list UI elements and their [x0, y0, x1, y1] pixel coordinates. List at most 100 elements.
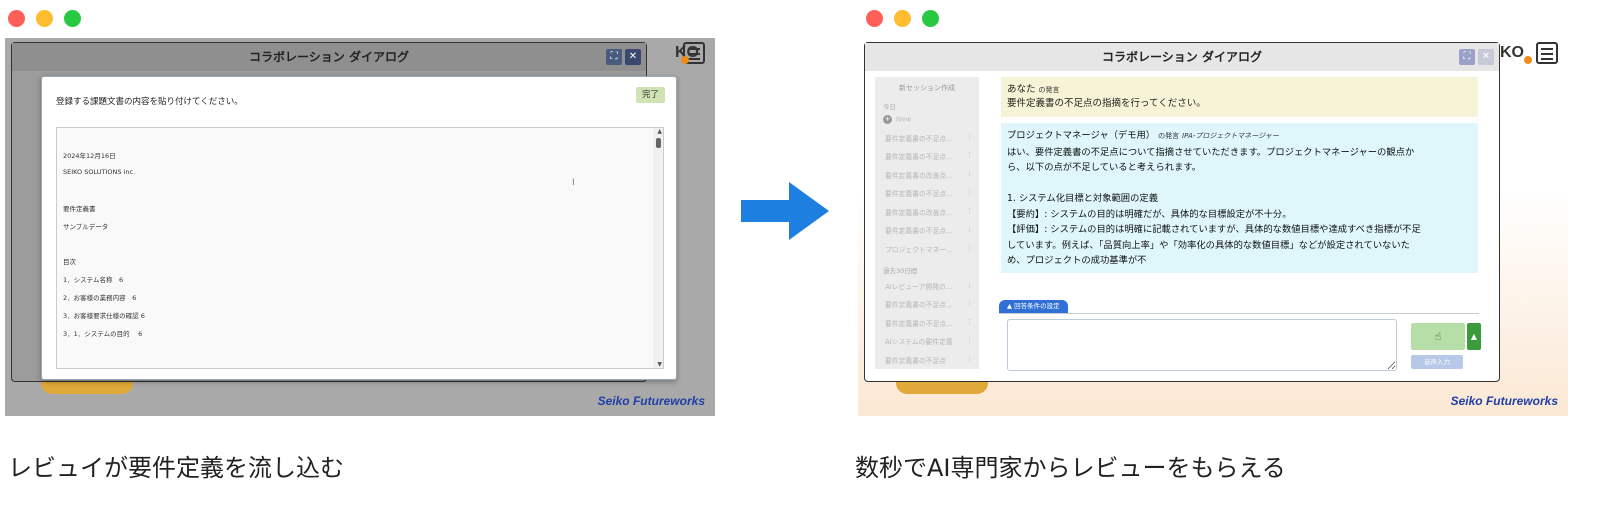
close-icon[interactable]: ✕: [625, 49, 641, 65]
kebab-icon[interactable]: ⋮: [966, 225, 973, 233]
kebab-icon[interactable]: ⋮: [966, 207, 973, 215]
expand-icon[interactable]: ⛶: [606, 49, 622, 65]
kebab-icon[interactable]: ⋮: [966, 318, 973, 326]
minimize-window-button[interactable]: [36, 10, 53, 27]
new-session-button[interactable]: 新セッション作成: [875, 81, 979, 95]
sidebar-item[interactable]: 要件定義書の不足点 ⋮: [885, 355, 973, 365]
scroll-down-icon[interactable]: ▼: [657, 361, 662, 368]
user-message: あなた の発言 要件定義書の不足点の指摘を行ってください。: [1001, 77, 1478, 117]
window-controls: [8, 10, 81, 27]
session-sidebar: 新セッション作成 今日 + New 要件定義書の不足点… ⋮ 要件定義書の不足点… ⋮…: [875, 77, 979, 369]
conditions-divider: [999, 313, 1479, 314]
left-caption: レビュイが要件定義を流し込む: [8, 454, 344, 482]
pointer-cursor-icon: ☝: [1434, 330, 1442, 343]
plus-icon: +: [883, 115, 892, 124]
transition-arrow-icon: [741, 180, 831, 242]
message-input[interactable]: [1007, 319, 1397, 371]
document-line: 1．システム名称 6: [63, 276, 124, 284]
close-icon[interactable]: ✕: [1478, 49, 1494, 65]
notification-dot-icon: [1524, 56, 1532, 64]
kebab-icon[interactable]: ⋮: [966, 244, 973, 252]
dialog-title: コラボレーション ダイアログ: [865, 43, 1499, 71]
sidebar-item[interactable]: AIシステムの要件定義 ⋮: [885, 336, 973, 346]
kebab-icon[interactable]: ⋮: [966, 299, 973, 307]
close-window-button[interactable]: [866, 10, 883, 27]
scrollbar[interactable]: ▲ ▼: [653, 128, 663, 368]
ai-message: プロジェクトマネージャ（デモ用） の発言 IPA-プロジェクトマネージャー はい…: [1001, 123, 1478, 273]
section-past-30-days: 過去30日間: [883, 267, 918, 275]
kebab-icon[interactable]: ⋮: [966, 188, 973, 196]
document-line: サンプルデータ: [63, 223, 109, 231]
ai-message-line: 【評価】: システムの目的は明確に記載されていますが、具体的な数値目標や達成すべ…: [1007, 224, 1421, 235]
new-item-label: New: [896, 115, 912, 124]
kebab-icon[interactable]: ⋮: [966, 151, 973, 159]
document-line: 2024年12月16日: [63, 152, 116, 160]
maximize-window-button[interactable]: [64, 10, 81, 27]
scroll-up-icon[interactable]: ▲: [657, 128, 662, 135]
ai-message-line: しています。例えば、「品質向上率」や「効率化の具体的な数値目標」などが設定されて…: [1007, 239, 1410, 251]
sidebar-item[interactable]: 要件定義書の不足点… ⋮: [885, 225, 973, 235]
user-role-suffix: の発言: [1038, 86, 1060, 94]
ai-message-line: め、プロジェクトの成功基準が不: [1007, 255, 1147, 266]
ai-message-line: はい、要件定義書の不足点について指摘させていただきます。プロジェクトマネージャー…: [1007, 146, 1415, 158]
ai-message-line: 【要約】: システムの目的は明確だが、具体的な目標設定が不十分。: [1007, 208, 1292, 220]
document-textarea[interactable]: 2024年12月16日 SEIKO SOLUTIONS inc. 要件定義書 サ…: [56, 127, 664, 369]
left-screenshot-panel: KO Seiko Futureworks コラボレーション ダイアログ ⛶ ✕ …: [0, 0, 760, 430]
menu-icon[interactable]: [1536, 42, 1558, 64]
kebab-icon[interactable]: ⋮: [966, 133, 973, 141]
sidebar-item[interactable]: 要件定義書の不足点… ⋮: [885, 133, 973, 143]
paste-document-modal: 登録する課題文書の内容を貼り付けてください。 完了 2024年12月16日 SE…: [41, 76, 677, 380]
ai-message-line: 1. システム化目標と対象範囲の定義: [1007, 193, 1158, 204]
user-role: あなた: [1007, 84, 1036, 95]
ai-message-line: ら、以下の点が不足していると考えられます。: [1007, 162, 1202, 173]
right-screenshot-panel: KO Seiko Futureworks コラボレーション ダイアログ ⛶ ✕ …: [858, 0, 1614, 430]
sidebar-item[interactable]: 要件定義書の不足点… ⋮: [885, 151, 973, 161]
document-line: 目次: [63, 258, 76, 266]
ai-message-line: [1007, 176, 1472, 192]
sidebar-new-item[interactable]: + New: [883, 115, 911, 124]
minimize-window-button[interactable]: [894, 10, 911, 27]
window-controls: [866, 10, 939, 27]
document-line: 2．お客様の業務内容 6: [63, 294, 137, 302]
expand-icon[interactable]: ⛶: [1459, 49, 1475, 65]
collaboration-dialog: コラボレーション ダイアログ ⛶ ✕ 新セッション作成 今日 + New 要件定義…: [864, 42, 1500, 382]
sidebar-item[interactable]: 要件定義書の不足点… ⋮: [885, 318, 973, 328]
brand-footer: Seiko Futureworks: [1450, 394, 1558, 408]
document-line: 3．1．システムの目的 6: [63, 330, 143, 338]
sidebar-item[interactable]: 要件定義書の不足点… ⋮: [885, 188, 973, 198]
scroll-thumb[interactable]: [656, 138, 661, 148]
text-cursor-icon: I: [572, 178, 575, 188]
sidebar-item[interactable]: プロジェクトマネー… ⋮: [885, 244, 973, 254]
kebab-icon[interactable]: ⋮: [966, 336, 973, 344]
done-button[interactable]: 完了: [636, 87, 665, 103]
left-app-screen: KO Seiko Futureworks コラボレーション ダイアログ ⛶ ✕ …: [5, 38, 715, 416]
right-caption: 数秒でAI専門家からレビューをもらえる: [855, 454, 1286, 482]
section-today: 今日: [883, 103, 896, 111]
send-options-chevron-icon[interactable]: ▲: [1467, 323, 1481, 350]
document-line: 要件定義書: [63, 205, 96, 213]
ai-role: プロジェクトマネージャ（デモ用）: [1007, 130, 1156, 141]
sidebar-item[interactable]: 要件定義書の改善点… ⋮: [885, 170, 973, 180]
kebab-icon[interactable]: ⋮: [966, 355, 973, 363]
kebab-icon[interactable]: ⋮: [966, 281, 973, 289]
modal-title: 登録する課題文書の内容を貼り付けてください。: [56, 97, 243, 107]
ai-role-tag: IPA-プロジェクトマネージャー: [1182, 132, 1279, 140]
close-window-button[interactable]: [8, 10, 25, 27]
document-line: SEIKO SOLUTIONS inc.: [63, 168, 136, 176]
sidebar-item[interactable]: 要件定義書の改善点… ⋮: [885, 207, 973, 217]
user-message-text: 要件定義書の不足点の指摘を行ってください。: [1007, 98, 1206, 109]
maximize-window-button[interactable]: [922, 10, 939, 27]
document-line: 3．お客様要求仕様の確認 6: [63, 312, 145, 320]
kebab-icon[interactable]: ⋮: [966, 170, 973, 178]
sidebar-item[interactable]: AIレビューア開発の… ⋮: [885, 281, 973, 291]
sidebar-item[interactable]: 要件定義書の不足点… ⋮: [885, 299, 973, 309]
ai-role-suffix: の発言: [1158, 132, 1180, 140]
response-conditions-tab[interactable]: ▲ 回答条件の設定: [999, 300, 1068, 313]
brand-logo-text: KO: [1500, 44, 1524, 61]
send-button[interactable]: ☝: [1411, 323, 1465, 350]
notification-dot-icon: [681, 56, 689, 64]
voice-input-button[interactable]: 音声入力: [1411, 355, 1463, 369]
brand-footer: Seiko Futureworks: [597, 394, 705, 408]
right-app-screen: KO Seiko Futureworks コラボレーション ダイアログ ⛶ ✕ …: [858, 38, 1568, 416]
dialog-title: コラボレーション ダイアログ: [12, 43, 646, 71]
